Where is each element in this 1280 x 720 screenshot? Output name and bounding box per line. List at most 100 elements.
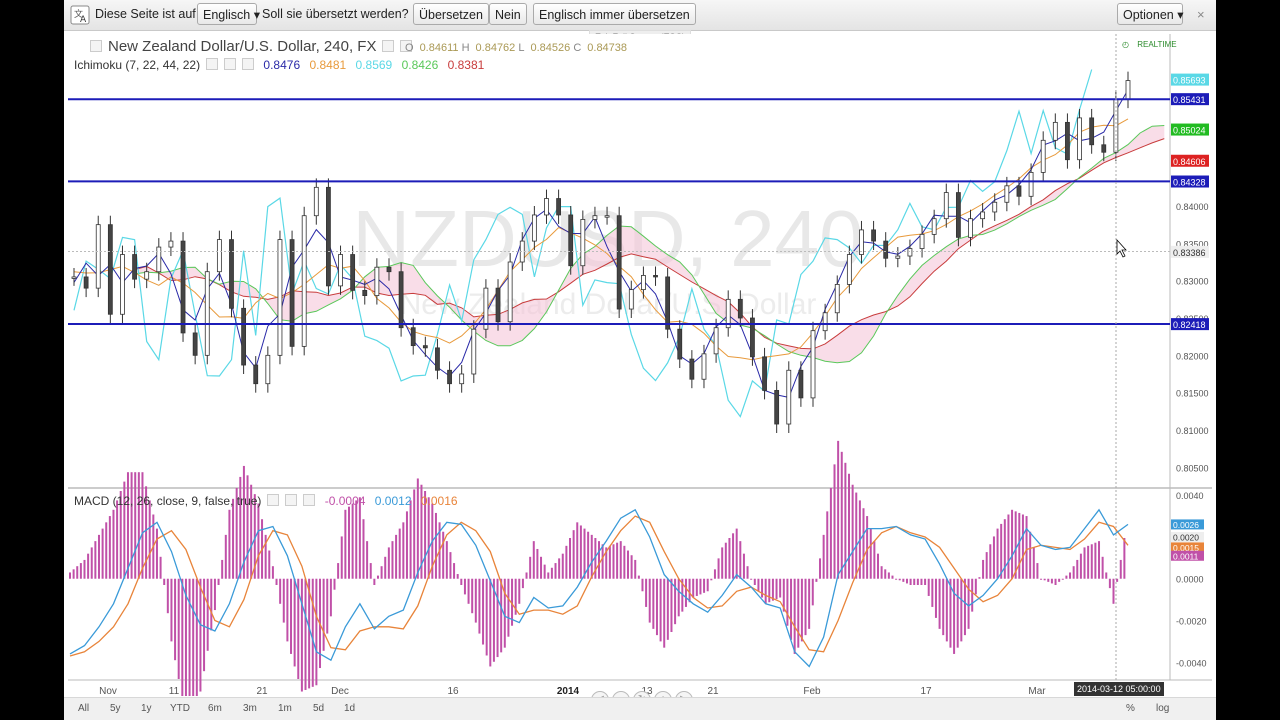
candle-body — [1016, 185, 1022, 197]
histogram-bar — [703, 578, 706, 593]
histogram-bar — [692, 578, 695, 598]
histogram-bar — [286, 578, 289, 642]
candle-body — [313, 186, 319, 217]
price-tag-label: 0.82418 — [1173, 320, 1206, 330]
histogram-bar — [579, 525, 582, 579]
price-tag-label: 0.85693 — [1173, 76, 1206, 86]
histogram-bar — [652, 578, 655, 629]
histogram-bar — [695, 578, 698, 596]
histogram-bar — [521, 578, 524, 589]
histogram-bar — [257, 503, 260, 579]
histogram-bar — [478, 578, 481, 634]
candle-body — [701, 353, 707, 380]
translate-button[interactable]: Übersetzen — [413, 3, 489, 25]
candle-body — [628, 289, 634, 310]
range-1m[interactable]: 1m — [278, 703, 292, 714]
price-tick-label: 0.82000 — [1176, 351, 1209, 361]
range-ytd[interactable]: YTD — [170, 703, 190, 714]
settings-icon[interactable] — [382, 40, 395, 52]
candle-body — [762, 356, 767, 391]
histogram-bar — [547, 572, 550, 579]
histogram-bar — [804, 578, 807, 636]
histogram-bar — [989, 544, 992, 579]
range-5y[interactable]: 5y — [110, 703, 121, 714]
candle-body — [713, 327, 719, 355]
close-label: C — [573, 42, 582, 54]
time-tick-label: 17 — [920, 686, 932, 696]
candle-body — [798, 369, 804, 399]
range-3m[interactable]: 3m — [243, 703, 257, 714]
candle-body — [120, 254, 125, 315]
kijun-value: 0.8481 — [309, 58, 347, 72]
time-tick-label: 21 — [256, 686, 268, 696]
histogram-bar — [1094, 542, 1097, 579]
language-select[interactable]: Englisch ▾ — [197, 3, 260, 25]
histogram-bar — [905, 578, 908, 584]
histogram-bar — [271, 566, 274, 579]
histogram-bar — [1025, 516, 1028, 579]
realtime-badge: ◴ REALTIME — [1122, 40, 1183, 49]
histogram-bar — [1090, 544, 1093, 579]
histogram-bar — [601, 544, 604, 579]
histogram-bar — [1036, 563, 1039, 579]
histogram-bar — [282, 578, 285, 623]
range-6m[interactable]: 6m — [208, 703, 222, 714]
histogram-bar — [380, 566, 383, 579]
candle-body — [229, 239, 234, 309]
span-a-value: 0.8426 — [401, 58, 439, 72]
histogram-bar — [543, 564, 546, 579]
histogram-bar — [362, 519, 365, 579]
histogram-bar — [786, 578, 789, 626]
log-toggle[interactable]: log — [1156, 703, 1169, 714]
histogram-bar — [489, 578, 492, 667]
open-value: 0.84611 — [419, 42, 459, 54]
histogram-bar — [684, 578, 687, 607]
histogram-bar — [710, 578, 713, 581]
chart-area[interactable]: NZDUSD, 240New Zealand Dollar/U.S. Dolla… — [68, 34, 1212, 709]
range-1y[interactable]: 1y — [141, 703, 152, 714]
histogram-bar — [887, 572, 890, 579]
no-button[interactable]: Nein — [489, 3, 527, 25]
always-translate-button[interactable]: Englisch immer übersetzen — [533, 3, 696, 25]
histogram-bar — [967, 578, 970, 629]
histogram-bar — [485, 578, 488, 656]
settings-icon[interactable] — [224, 58, 237, 70]
candle-body — [846, 254, 852, 285]
close-icon[interactable] — [303, 494, 316, 506]
histogram-bar — [561, 553, 564, 579]
close-icon[interactable]: × — [1197, 7, 1205, 22]
chart-svg[interactable]: NZDUSD, 240New Zealand Dollar/U.S. Dolla… — [68, 34, 1212, 696]
histogram-bar — [529, 556, 532, 579]
histogram-bar — [159, 556, 162, 579]
candle-body — [580, 219, 586, 267]
range-1d[interactable]: 1d — [344, 703, 355, 714]
histogram-bar — [616, 542, 619, 579]
histogram-bar — [992, 536, 995, 579]
histogram-bar — [366, 541, 369, 579]
candle-body — [1040, 139, 1046, 173]
histogram-bar — [931, 578, 934, 607]
settings-icon[interactable] — [285, 494, 298, 506]
low-value: 0.84526 — [530, 42, 571, 54]
candle-body — [265, 354, 271, 385]
histogram-bar — [608, 545, 611, 579]
histogram-bar — [963, 578, 966, 636]
eye-icon[interactable] — [206, 58, 219, 70]
histogram-bar — [916, 578, 919, 585]
options-button[interactable]: Optionen ▾ — [1117, 3, 1184, 25]
histogram-bar — [90, 547, 93, 579]
histogram-bar — [221, 559, 224, 579]
histogram-bar — [934, 578, 937, 618]
histogram-bar — [742, 553, 745, 579]
candle-body — [1028, 171, 1034, 197]
percent-toggle[interactable]: % — [1126, 703, 1135, 714]
histogram-bar — [797, 578, 800, 648]
eye-icon[interactable] — [267, 494, 280, 506]
candle-body — [907, 248, 913, 257]
range-5d[interactable]: 5d — [313, 703, 324, 714]
range-all[interactable]: All — [78, 703, 89, 714]
close-icon[interactable] — [242, 58, 255, 70]
candle-body — [955, 192, 961, 238]
candle-body — [774, 390, 780, 425]
histogram-bar — [188, 578, 191, 696]
